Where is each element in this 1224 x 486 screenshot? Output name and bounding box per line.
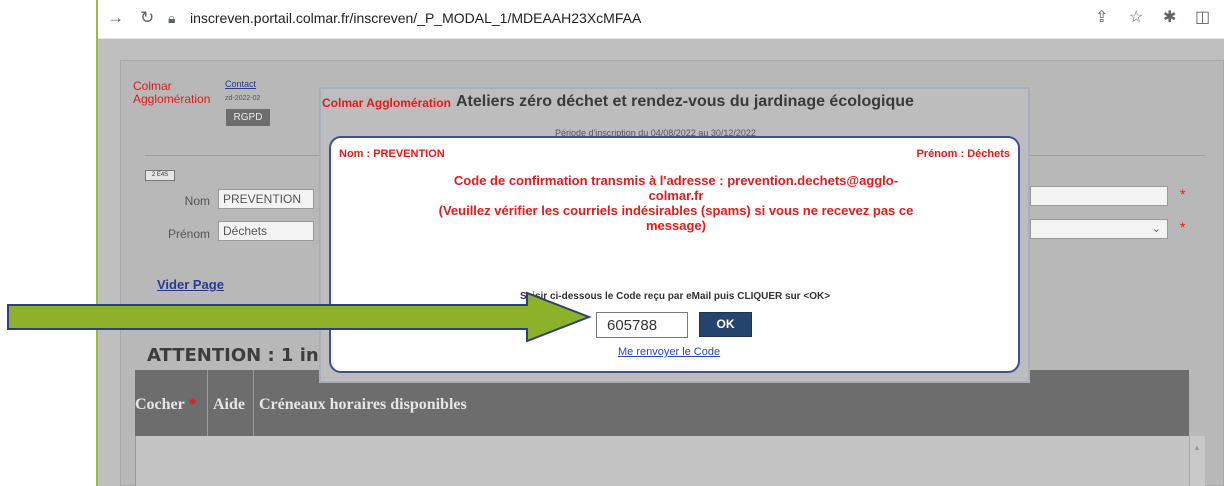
- nom-field[interactable]: PREVENTION: [218, 189, 314, 209]
- prenom-label: Prénom: [167, 227, 210, 241]
- column-divider: [253, 370, 254, 436]
- prenom-field[interactable]: Déchets: [218, 221, 314, 241]
- col-creneaux: Créneaux horaires disponibles: [259, 396, 467, 413]
- scroll-up-icon[interactable]: ▲: [1193, 443, 1201, 452]
- nom-label: Nom: [184, 194, 210, 208]
- lock-icon[interactable]: 🔒︎: [168, 5, 182, 31]
- sidepanel-icon[interactable]: ◫: [1195, 10, 1210, 26]
- forward-icon[interactable]: →: [107, 9, 124, 27]
- table-body: [135, 436, 1189, 486]
- field-right-1[interactable]: [1030, 186, 1168, 206]
- ok-button[interactable]: OK: [699, 312, 752, 337]
- col-aide: Aide: [213, 396, 245, 413]
- reference-code: zd-2022-02: [225, 95, 261, 102]
- url-text: inscreven.portail.colmar.fr/inscreven/_P…: [190, 10, 642, 26]
- extensions-icon[interactable]: ✱: [1163, 10, 1176, 26]
- reload-icon[interactable]: ↻: [140, 9, 154, 27]
- message-line: (Veuillez vérifier les courriels indésir…: [438, 203, 914, 218]
- required-mark: *: [1180, 186, 1186, 202]
- annotation-arrow: [7, 291, 592, 343]
- small-badge: 2 E4S: [145, 170, 175, 181]
- modal-brand: Colmar Agglomération: [322, 96, 451, 110]
- dialog-prenom: Prénom : Déchets: [916, 148, 1010, 160]
- brand-logo: Colmar Agglomération: [133, 80, 210, 106]
- brand-line-2: Agglomération: [133, 92, 211, 106]
- message-line: message): [646, 218, 706, 233]
- code-input[interactable]: [596, 312, 688, 338]
- contact-link[interactable]: Contact: [225, 79, 256, 89]
- required-mark: *: [1180, 219, 1186, 235]
- message-line: colmar.fr: [648, 188, 704, 203]
- confirmation-message: Code de confirmation transmis à l'adress…: [400, 173, 952, 233]
- address-bar[interactable]: 🔒︎ inscreven.portail.colmar.fr/inscreven/…: [168, 5, 968, 31]
- rgpd-button[interactable]: RGPD: [226, 109, 270, 126]
- col-cocher: Cocher *: [135, 396, 197, 413]
- star-icon[interactable]: ☆: [1129, 10, 1143, 26]
- modal-title: Ateliers zéro déchet et rendez-vous du j…: [456, 93, 914, 110]
- column-divider: [207, 370, 208, 436]
- select-right[interactable]: ⌄: [1030, 219, 1168, 239]
- arrow-shape: [7, 291, 592, 343]
- resend-code-link[interactable]: Me renvoyer le Code: [618, 346, 720, 358]
- dialog-nom: Nom : PREVENTION: [339, 148, 445, 160]
- share-icon[interactable]: ⇪: [1095, 10, 1108, 26]
- chevron-down-icon: ⌄: [1151, 223, 1161, 235]
- message-line: Code de confirmation transmis à l'adress…: [453, 173, 899, 188]
